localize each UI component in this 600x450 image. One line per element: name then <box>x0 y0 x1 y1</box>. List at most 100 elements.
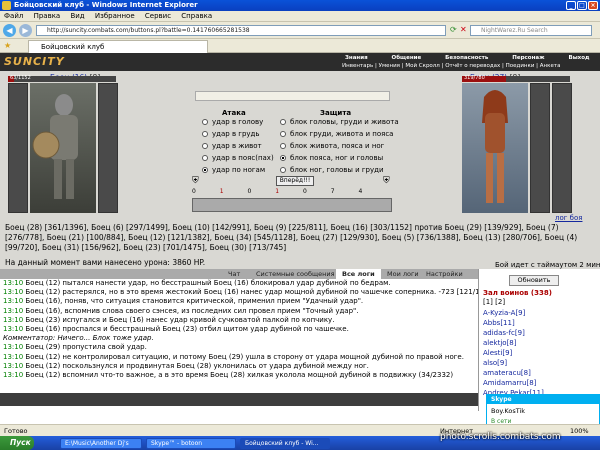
tab-all-logs[interactable]: Все логи <box>336 269 381 279</box>
left-hp-text: 63/1152 <box>10 75 31 81</box>
back-arrow-icon[interactable]: ◀ <box>3 24 16 37</box>
tab-title: Бойцовский клуб <box>41 43 105 51</box>
nav-skills[interactable]: Умения <box>379 63 400 69</box>
player-item[interactable]: Amidamarru[8] <box>483 379 536 387</box>
chat-line: 13:10 Боец (12) растерялся, но в это вре… <box>3 288 478 297</box>
search-input[interactable]: NightWarez.Ru Search <box>470 25 592 36</box>
nav-my-scroll[interactable]: Мой Скролл <box>405 63 439 69</box>
refresh-icon[interactable]: ⟳ <box>450 25 457 34</box>
attack-belly[interactable]: удар в живот <box>202 142 262 150</box>
counter-2: 1 <box>219 188 224 195</box>
left-shield-icon: ⛨ <box>192 176 199 186</box>
nav-transfer-report[interactable]: Отчёт о переводах <box>445 63 500 69</box>
combat-panel: Атака Защита удар в голову удар в грудь … <box>190 91 399 216</box>
menu-view[interactable]: Вид <box>66 12 88 20</box>
left-fighter-portrait <box>30 83 96 213</box>
player-item[interactable]: Alesti[9] <box>483 349 512 357</box>
right-shield-icon: ⛨ <box>383 176 390 186</box>
player-item[interactable]: amateracu[8] <box>483 369 531 377</box>
maximize-button[interactable]: □ <box>577 1 587 10</box>
attack-chest[interactable]: удар в грудь <box>202 130 260 138</box>
chat-line: 13:10 Боец (12) вспомнил что-то важное, … <box>3 371 454 380</box>
tab-settings[interactable]: Настройки <box>420 269 469 279</box>
chat-line: 13:10 Боец (12) пытался нанести удар, но… <box>3 279 391 287</box>
nav-character[interactable]: Персонаж <box>512 55 544 61</box>
right-weapon-slots[interactable] <box>552 83 572 213</box>
start-button[interactable]: Пуск <box>0 436 34 450</box>
defense-option-4[interactable]: блок пояса, ног и головы <box>280 154 383 162</box>
minimize-button[interactable]: _ <box>566 1 576 10</box>
taskbar-browser[interactable]: Бойцовский клуб - Wi... <box>240 438 330 449</box>
stop-icon[interactable]: ✕ <box>460 25 467 34</box>
player-item[interactable]: adidas-fc[9] <box>483 329 525 337</box>
nav-exit[interactable]: Выход <box>569 55 590 61</box>
right-equipment-slots[interactable] <box>530 83 550 213</box>
spell-scroll-bar[interactable] <box>195 91 390 101</box>
defense-option-1[interactable]: блок головы, груди и живота <box>280 118 399 126</box>
nav-knowledge[interactable]: Знания <box>345 55 368 61</box>
navigation-bar: ◀ ▶ http://suncity.combats.com/buttons.p… <box>0 22 600 39</box>
browser-tab[interactable]: Бойцовский клуб <box>28 40 208 53</box>
menu-favorites[interactable]: Избранное <box>91 12 139 20</box>
close-button[interactable]: × <box>588 1 598 10</box>
game-header: SUNCITY Знания Общение Безопасность Перс… <box>0 53 600 71</box>
nav-security[interactable]: Безопасность <box>445 55 488 61</box>
counter-7: 4 <box>358 188 363 195</box>
nav-inventory[interactable]: Инвентарь <box>342 63 373 69</box>
menu-edit[interactable]: Правка <box>30 12 65 20</box>
favorites-star-icon[interactable]: ★ <box>4 41 11 50</box>
right-hp-text: 319/780 <box>464 75 485 81</box>
timeout-text: Бой идет с таймаутом 2 мин <box>495 261 600 269</box>
nav-fights[interactable]: Поединки <box>506 63 535 69</box>
tab-system-messages[interactable]: Системные сообщения <box>250 269 341 279</box>
chat-line: 13:10 Боец (16), вспомнив слова своего с… <box>3 306 359 315</box>
skype-title: Skype <box>487 395 599 404</box>
menu-help[interactable]: Справка <box>177 12 216 20</box>
attack-legs[interactable]: удар по ногам <box>202 166 265 174</box>
team-roster: Боец (28) [361/1396], Боец (6) [297/1499… <box>5 223 578 252</box>
player-item[interactable]: Abbs[11] <box>483 319 515 327</box>
window-title-bar: Бойцовский клуб - Windows Internet Explo… <box>0 0 600 11</box>
address-bar[interactable]: http://suncity.combats.com/buttons.pl?ba… <box>36 25 446 36</box>
tab-chat[interactable]: Чат <box>222 269 246 279</box>
left-weapon-slots[interactable] <box>98 83 118 213</box>
taskbar-music[interactable]: E:\Music\Another Dj's <box>60 438 142 449</box>
attack-head[interactable]: удар в голову <box>202 118 263 126</box>
nav-profile[interactable]: Анкета <box>540 63 561 69</box>
menu-file[interactable]: Файл <box>0 12 27 20</box>
menu-bar: Файл Правка Вид Избранное Сервис Справка <box>0 11 600 22</box>
defense-option-5[interactable]: блок ног, головы и груди <box>280 166 384 174</box>
chat-line: 13:10 Боец (16), поняв, что ситуация ста… <box>3 297 364 306</box>
watermark: photo.scrolls.combats.com <box>440 432 561 442</box>
counter-4: 1 <box>275 188 280 195</box>
counter-row: 0 1 0 1 0 7 4 <box>192 188 362 195</box>
left-hp-bar: 63/1152 <box>8 75 116 82</box>
defense-option-3[interactable]: блок живота, пояса и ног <box>280 142 384 150</box>
nav-communication[interactable]: Общение <box>392 55 422 61</box>
attack-groin[interactable]: удар в пояс(пах) <box>202 154 274 162</box>
chat-line: 13:10 Боец (12) поскользнулся и продвину… <box>3 361 369 370</box>
player-item[interactable]: also[9] <box>483 359 507 367</box>
left-equipment-slots[interactable] <box>8 83 28 213</box>
menu-tools[interactable]: Сервис <box>141 12 175 20</box>
battle-log-link[interactable]: лог боя <box>555 214 582 222</box>
chat-line: 13:10 Боец (16) проспался и бесстрашный … <box>3 325 349 334</box>
refresh-button[interactable]: Обновить <box>509 275 559 286</box>
chat-line: 13:10 Боец (12) не контролировал ситуаци… <box>3 352 464 361</box>
battle-screen: Боец (16) [8] 63/1152 Атака Защита удар … <box>0 71 600 269</box>
ability-icon-bar[interactable] <box>192 198 392 212</box>
tab-my-logs[interactable]: Мои логи <box>381 269 425 279</box>
right-fighter-portrait <box>462 83 528 213</box>
defense-header: Защита <box>320 109 352 117</box>
tab-bar: ★ Бойцовский клуб <box>0 39 600 53</box>
forward-button[interactable]: Вперёд!!! <box>276 176 314 186</box>
defense-option-2[interactable]: блок груди, живота и пояса <box>280 130 393 138</box>
chat-input-bar[interactable] <box>0 393 478 406</box>
battle-log-chat: 13:10 Боец (12) пытался нанести удар, но… <box>0 279 478 393</box>
player-item[interactable]: A-Kyzia-A[9] <box>483 309 525 317</box>
taskbar-skype[interactable]: Skype™ - botoon <box>146 438 236 449</box>
counter-3: 0 <box>247 188 252 195</box>
player-item[interactable]: alektjo[8] <box>483 339 516 347</box>
forward-arrow-icon[interactable]: ▶ <box>19 24 32 37</box>
room-pages[interactable]: [1] [2] <box>483 298 505 306</box>
